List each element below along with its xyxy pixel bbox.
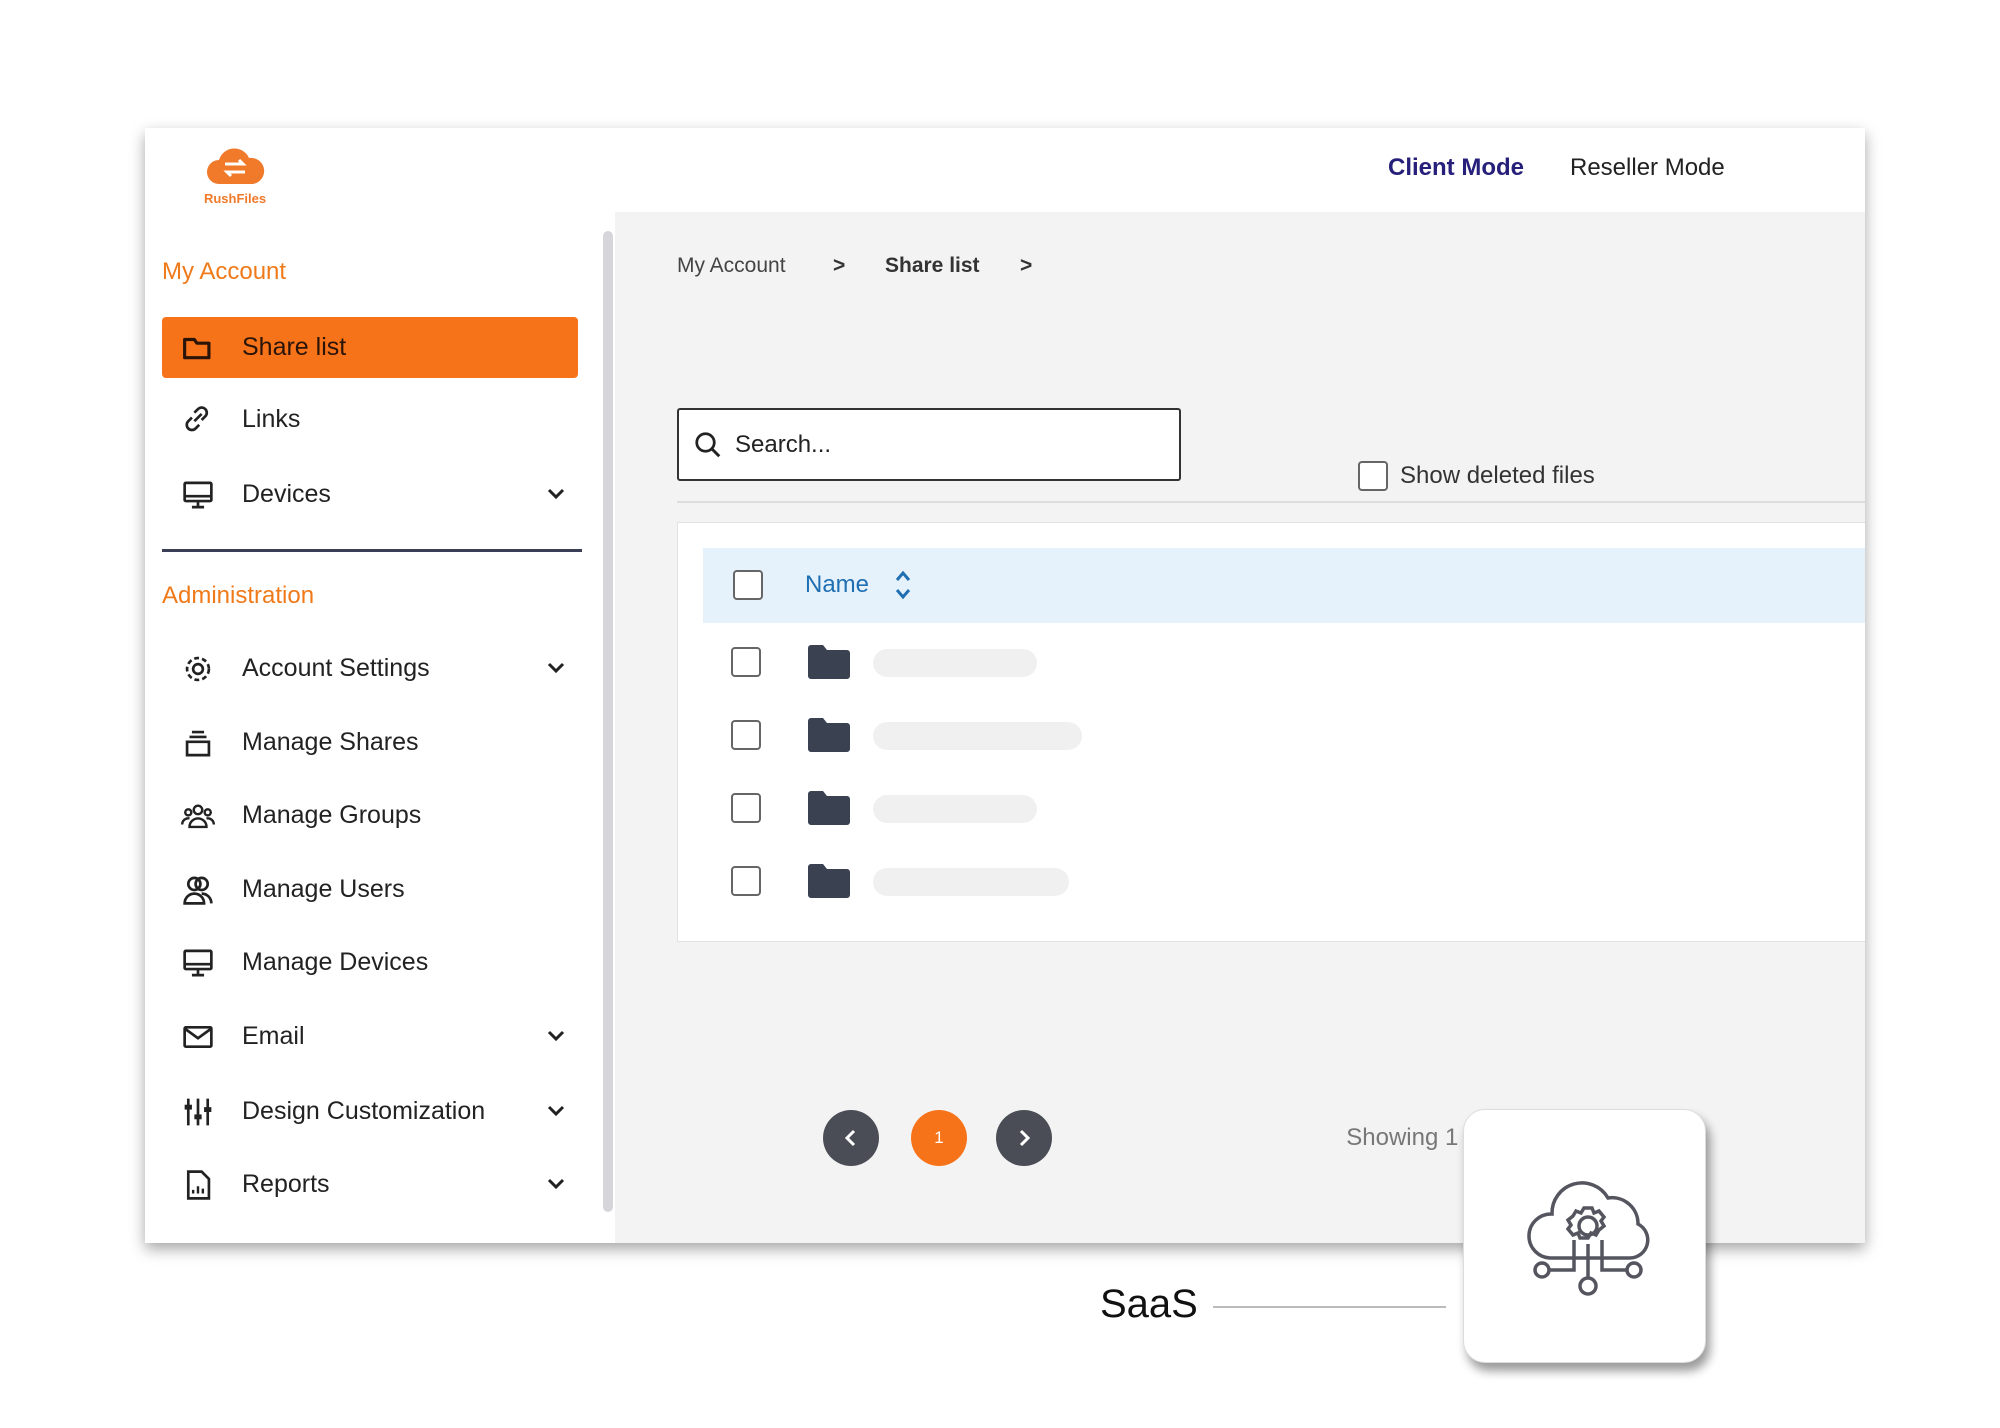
- search-icon: [693, 430, 723, 460]
- folder-icon: [808, 718, 850, 752]
- my-account-heading: My Account: [162, 258, 286, 286]
- show-deleted-label: Show deleted files: [1400, 462, 1595, 490]
- name-column-header[interactable]: Name: [805, 571, 869, 599]
- stack-icon: [178, 726, 218, 760]
- sort-icon[interactable]: [893, 568, 913, 602]
- table-row[interactable]: [678, 779, 1858, 839]
- sidebar-item-email[interactable]: Email: [162, 1006, 578, 1067]
- saas-label: SaaS: [1100, 1282, 1198, 1327]
- report-icon: [178, 1168, 218, 1202]
- sidebar-item-manage-groups[interactable]: Manage Groups: [162, 785, 578, 846]
- envelope-icon: [178, 1020, 218, 1054]
- chevron-down-icon[interactable]: [544, 656, 568, 680]
- loading-placeholder: [873, 795, 1037, 823]
- callout-line: [1213, 1306, 1446, 1308]
- loading-placeholder: [873, 649, 1037, 677]
- sidebar-item-links[interactable]: Links: [162, 389, 578, 450]
- sidebar-item-label: Devices: [242, 480, 331, 509]
- breadcrumb-chevron-icon: >: [833, 254, 845, 278]
- search-input[interactable]: Search...: [677, 408, 1181, 481]
- sidebar-item-manage-users[interactable]: Manage Users: [162, 859, 578, 920]
- reseller-mode-link[interactable]: Reseller Mode: [1570, 154, 1725, 182]
- row-checkbox[interactable]: [731, 647, 761, 677]
- chevron-left-icon: [841, 1128, 861, 1148]
- chevron-down-icon[interactable]: [544, 1172, 568, 1196]
- saas-card: [1463, 1109, 1706, 1363]
- next-page-button[interactable]: [996, 1110, 1052, 1166]
- breadcrumb-my-account[interactable]: My Account: [677, 254, 786, 278]
- loading-placeholder: [873, 722, 1082, 750]
- client-mode-link[interactable]: Client Mode: [1388, 154, 1524, 182]
- sliders-icon: [178, 1095, 218, 1129]
- app-window: RushFiles Client Mode Reseller Mode My A…: [145, 128, 1865, 1243]
- link-icon: [178, 403, 218, 437]
- sidebar-item-label: Share list: [242, 333, 346, 362]
- sidebar-item-label: Manage Groups: [242, 801, 421, 830]
- prev-page-button[interactable]: [823, 1110, 879, 1166]
- sidebar-item-account-settings[interactable]: Account Settings: [162, 638, 578, 699]
- sidebar-item-label: Email: [242, 1022, 305, 1051]
- sidebar-scrollbar[interactable]: [603, 231, 613, 1212]
- rushfiles-logo[interactable]: RushFiles: [195, 146, 275, 206]
- breadcrumb-share-list[interactable]: Share list: [885, 254, 980, 278]
- gear-icon: [178, 652, 218, 686]
- breadcrumb-chevron-icon: >: [1020, 254, 1032, 278]
- folder-icon: [178, 331, 218, 365]
- folder-icon: [808, 791, 850, 825]
- sidebar-item-label: Manage Users: [242, 875, 405, 904]
- folder-icon: [808, 645, 850, 679]
- row-checkbox[interactable]: [731, 720, 761, 750]
- sidebar-item-reports[interactable]: Reports: [162, 1154, 578, 1215]
- sidebar-item-manage-devices[interactable]: Manage Devices: [162, 932, 578, 993]
- share-table: Name: [677, 522, 1865, 942]
- folder-icon: [808, 864, 850, 898]
- chevron-down-icon[interactable]: [544, 1099, 568, 1123]
- sidebar-item-manage-shares[interactable]: Manage Shares: [162, 712, 578, 773]
- table-row[interactable]: [678, 852, 1858, 912]
- administration-heading: Administration: [162, 582, 314, 610]
- users-icon: [178, 873, 218, 907]
- cloud-logo-icon: [205, 146, 265, 188]
- table-row[interactable]: [678, 706, 1858, 766]
- sidebar-item-share-list[interactable]: Share list: [162, 317, 578, 378]
- sidebar-item-label: Reports: [242, 1170, 330, 1199]
- header-divider: [677, 501, 1865, 503]
- sidebar-item-label: Manage Devices: [242, 948, 428, 977]
- main-content: My Account > Share list > Search... Show…: [615, 212, 1865, 1243]
- monitor-icon: [178, 478, 218, 512]
- sidebar-item-label: Account Settings: [242, 654, 430, 683]
- monitor-icon: [178, 946, 218, 980]
- group-icon: [178, 799, 218, 833]
- chevron-right-icon: [1014, 1128, 1034, 1148]
- row-checkbox[interactable]: [731, 793, 761, 823]
- sidebar-item-label: Manage Shares: [242, 728, 419, 757]
- table-row[interactable]: [678, 633, 1858, 693]
- page-1-button[interactable]: 1: [911, 1110, 967, 1166]
- sidebar-item-devices[interactable]: Devices: [162, 464, 578, 525]
- sidebar-item-label: Links: [242, 405, 300, 434]
- sidebar-item-label: Design Customization: [242, 1097, 485, 1126]
- row-checkbox[interactable]: [731, 866, 761, 896]
- show-deleted-checkbox[interactable]: [1358, 461, 1388, 491]
- sidebar-item-design-customization[interactable]: Design Customization: [162, 1081, 578, 1142]
- chevron-down-icon[interactable]: [544, 1024, 568, 1048]
- loading-placeholder: [873, 868, 1069, 896]
- sidebar-divider: [162, 549, 582, 552]
- select-all-checkbox[interactable]: [733, 570, 763, 600]
- cloud-gear-network-icon: [1520, 1178, 1656, 1302]
- table-header: Name: [703, 548, 1865, 623]
- chevron-down-icon[interactable]: [544, 482, 568, 506]
